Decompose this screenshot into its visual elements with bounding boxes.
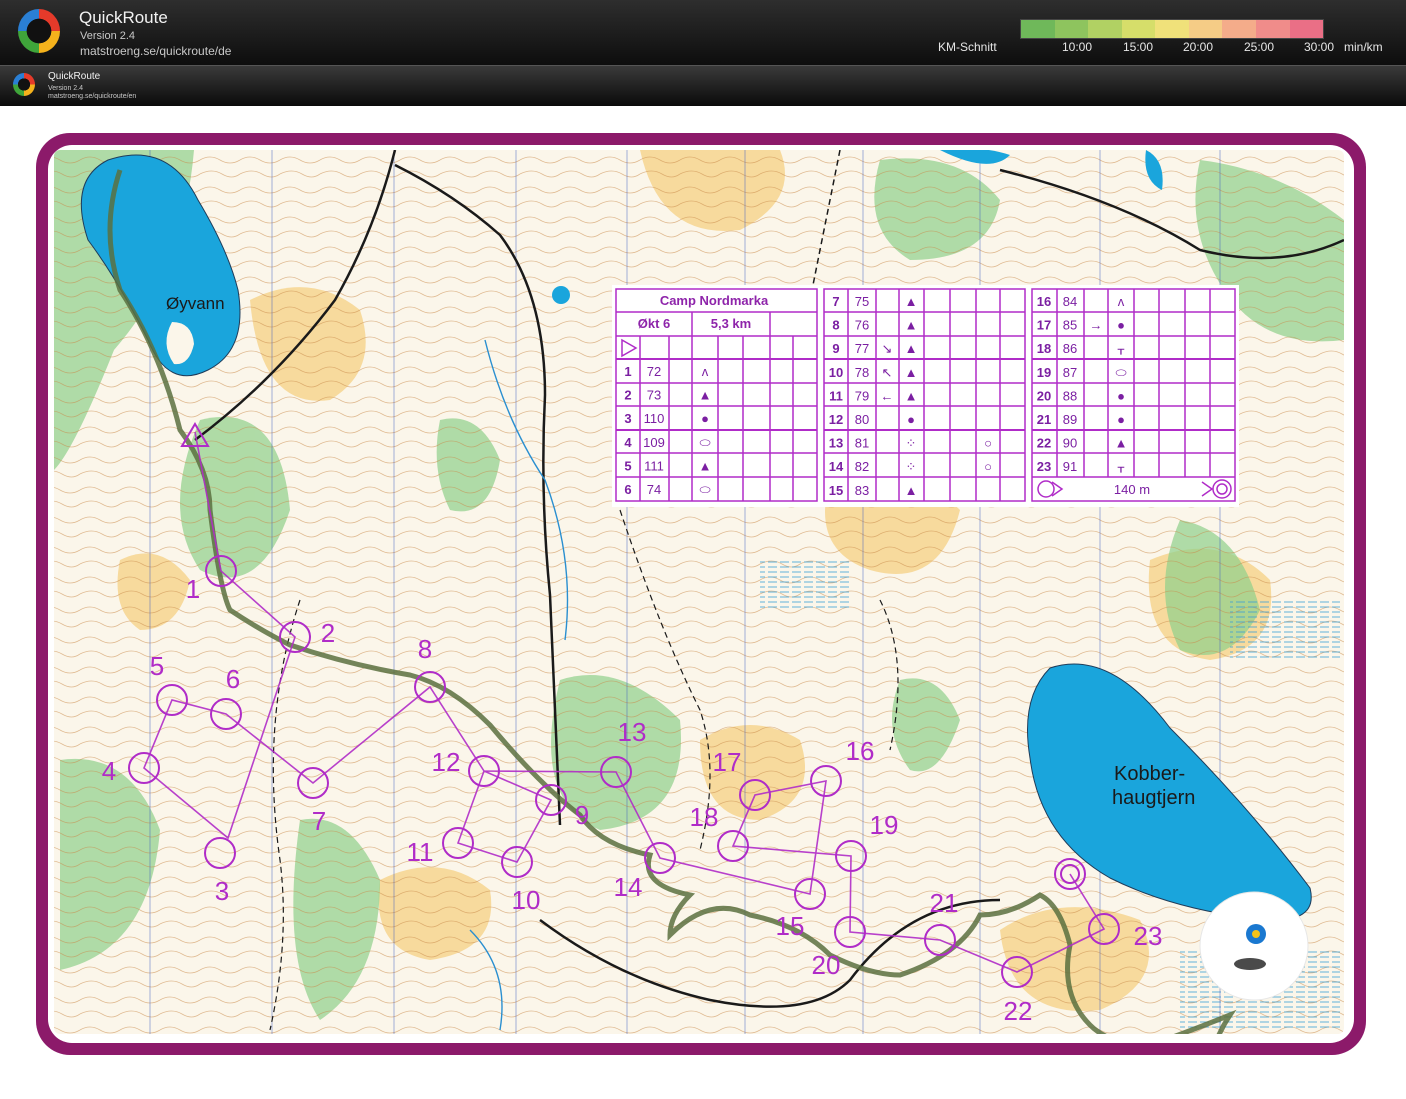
control-number-14: 14 (614, 872, 643, 902)
control-number-21: 21 (930, 888, 959, 918)
map-terrain (54, 150, 1344, 1034)
control-number-18: 18 (690, 802, 719, 832)
control-number-16: 16 (846, 736, 875, 766)
control-number-20: 20 (812, 950, 841, 980)
control-number-13: 13 (618, 717, 647, 747)
control-number-4: 4 (102, 756, 116, 786)
control-number-6: 6 (226, 664, 240, 694)
control-number-11: 11 (407, 837, 434, 867)
control-number-23: 23 (1134, 921, 1163, 951)
lake-label-haugtjern: haugtjern (1112, 787, 1195, 809)
control-number-8: 8 (418, 634, 432, 664)
lake-label-oyvann: Øyvann (166, 294, 225, 313)
club-logo-badge (1199, 891, 1309, 1001)
control-number-1: 1 (186, 574, 200, 604)
control-number-2: 2 (321, 618, 335, 648)
control-number-12: 12 (432, 747, 461, 777)
control-number-7: 7 (312, 806, 326, 836)
orienteering-map[interactable]: 12345 6789101112131415161718 1920212223 Øy… (0, 0, 1406, 1099)
lake-label-kobber: Kobber- (1114, 763, 1185, 785)
control-number-10: 10 (512, 885, 541, 915)
control-number-3: 3 (215, 876, 229, 906)
control-number-9: 9 (575, 800, 589, 830)
control-number-19: 19 (870, 810, 899, 840)
control-number-17: 17 (713, 747, 742, 777)
control-number-5: 5 (150, 651, 164, 681)
control-number-22: 22 (1004, 996, 1033, 1026)
control-number-15: 15 (776, 911, 805, 941)
